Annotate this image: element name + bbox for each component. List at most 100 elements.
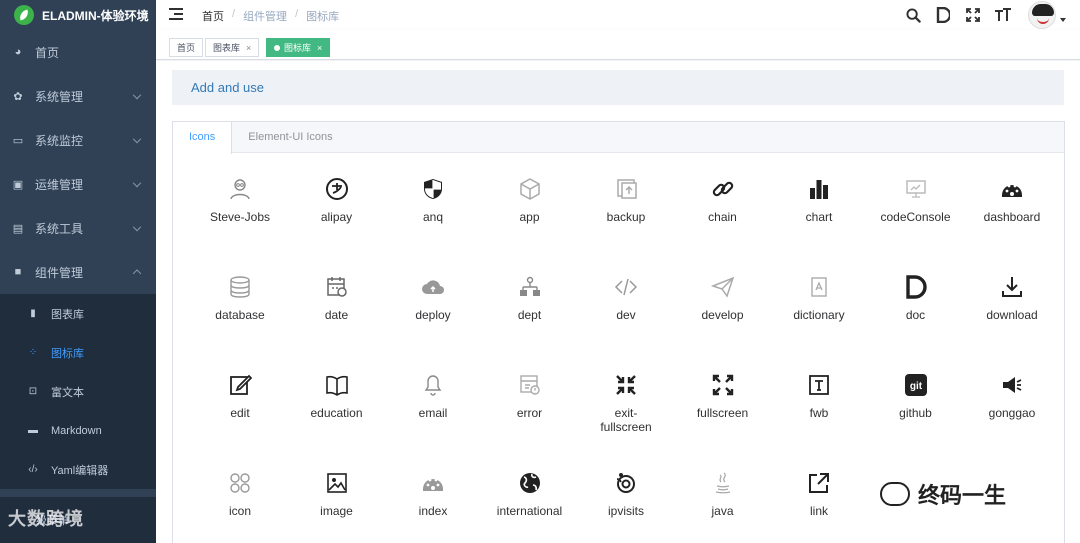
icon-item-fwb[interactable]: fwb	[771, 373, 867, 453]
icon-item-label: Steve-Jobs	[209, 210, 271, 224]
icon-item-link[interactable]: link	[771, 471, 867, 543]
java-icon	[711, 471, 735, 495]
sidebar-item-label: 系统工具	[35, 221, 84, 236]
tag-home[interactable]: 首页	[169, 38, 204, 57]
hamburger-icon[interactable]	[169, 8, 183, 20]
icon-item-dashboard[interactable]: dashboard	[964, 177, 1060, 257]
brand[interactable]: ELADMIN-体验环境	[0, 0, 156, 30]
icon-item-github[interactable]: git github	[868, 373, 964, 453]
active-dot-icon	[274, 44, 280, 51]
breadcrumb: 首页 / 组件管理 / 图标库	[202, 8, 339, 24]
doc-icon[interactable]	[928, 0, 958, 30]
fullscreen-icon[interactable]	[958, 0, 988, 30]
icon-item-database[interactable]: database	[192, 275, 288, 355]
caret-down-icon[interactable]	[1060, 18, 1066, 22]
icon-item-deploy[interactable]: deploy	[385, 275, 481, 355]
icon-item-dictionary[interactable]: dictionary	[771, 275, 867, 355]
tag-chart[interactable]: 图表库 ×	[205, 38, 260, 57]
ipvisits-icon	[614, 471, 638, 495]
sidebar-item-components[interactable]: ■ 组件管理	[0, 250, 156, 294]
avatar[interactable]	[1028, 1, 1056, 29]
icon-item-java[interactable]: java	[675, 471, 771, 543]
icon-item-ipvisits[interactable]: ipvisits	[578, 471, 674, 543]
icon-item-app[interactable]: app	[482, 177, 578, 257]
subitem-label: Yaml编辑器	[51, 464, 109, 477]
icon-item-icon[interactable]: icon	[192, 471, 288, 543]
chevron-down-icon	[132, 222, 142, 232]
sidebar-item-tools[interactable]: ▤ 系统工具	[0, 206, 156, 250]
icon-item-label: anq	[422, 210, 444, 224]
icon-item-label: doc	[905, 308, 926, 322]
subitem-label: 图标库	[51, 347, 84, 360]
add-and-use-link[interactable]: Add and use	[191, 80, 264, 95]
icon-item-backup[interactable]: backup	[578, 177, 674, 257]
sidebar-subitem-markdown[interactable]: ▬ Markdown	[0, 411, 156, 450]
search-icon[interactable]	[898, 0, 928, 30]
sidebar-subitem-richtext[interactable]: ⊡ 富文本	[0, 372, 156, 411]
doc-icon	[904, 275, 928, 299]
icon-item-date[interactable]: date	[289, 275, 385, 355]
dashboard-icon	[1000, 177, 1024, 201]
error-icon	[518, 373, 542, 397]
sidebar-subitem-icon[interactable]: ⁘ 图标库	[0, 333, 156, 372]
icon-item-label: email	[418, 406, 448, 420]
icon-item-steve-jobs[interactable]: Steve-Jobs	[192, 177, 288, 257]
icon-item-index[interactable]: index	[385, 471, 481, 543]
monitor-icon: ▭	[12, 134, 24, 147]
icon-item-gonggao[interactable]: gonggao	[964, 373, 1060, 453]
icon-item-exit-fullscreen[interactable]: exit-fullscreen	[578, 373, 674, 453]
icon-item-chart[interactable]: chart	[771, 177, 867, 257]
icon-item-email[interactable]: email	[385, 373, 481, 453]
sidebar-item-ops[interactable]: ▣ 运维管理	[0, 162, 156, 206]
icon-item-dev[interactable]: dev	[578, 275, 674, 355]
icon-item-doc[interactable]: doc	[868, 275, 964, 355]
close-icon[interactable]: ×	[246, 43, 251, 53]
international-icon	[518, 471, 542, 495]
backup-icon	[614, 177, 638, 201]
icon-item-chain[interactable]: chain	[675, 177, 771, 257]
sidebar-item-monitor[interactable]: ▭ 系统监控	[0, 118, 156, 162]
icon-item-fullscreen[interactable]: fullscreen	[675, 373, 771, 453]
icon-item-dept[interactable]: dept	[482, 275, 578, 355]
sidebar-item-label: 系统监控	[35, 133, 84, 148]
icon-item-alipay[interactable]: alipay	[289, 177, 385, 257]
icon-item-develop[interactable]: develop	[675, 275, 771, 355]
sidebar-item-label: 系统管理	[35, 89, 84, 104]
gear-icon: ✿	[13, 90, 23, 103]
icon-icon	[228, 471, 252, 495]
fwb-icon: ⊡	[28, 386, 38, 397]
icon-item-label: edit	[230, 406, 250, 420]
breadcrumb-home[interactable]: 首页	[202, 8, 224, 24]
grid-icon: ■	[14, 266, 22, 278]
app-icon	[518, 177, 542, 201]
icon-item-label: backup	[606, 210, 646, 224]
sidebar-subitem-yaml[interactable]: ‹/› Yaml编辑器	[0, 450, 156, 489]
icon-item-international[interactable]: international	[482, 471, 578, 543]
icon-item-label: gonggao	[988, 406, 1036, 420]
icon-item-codeconsole[interactable]: codeConsole	[868, 177, 964, 257]
tag-icon-library[interactable]: 图标库 ×	[266, 38, 331, 57]
alipay-icon	[325, 177, 349, 201]
markdown-icon: ▬	[28, 425, 38, 436]
icon-item-image[interactable]: image	[289, 471, 385, 543]
tab-element-ui-icons[interactable]: Element-UI Icons	[232, 122, 348, 153]
icon-item-anq[interactable]: anq	[385, 177, 481, 257]
text-size-icon[interactable]	[988, 0, 1018, 30]
icon-item-education[interactable]: education	[289, 373, 385, 453]
icon-item-error[interactable]: error	[482, 373, 578, 453]
icon-item-download[interactable]: download	[964, 275, 1060, 355]
sidebar-subitem-chart[interactable]: ▮ 图表库	[0, 294, 156, 333]
icon-item-edit[interactable]: edit	[192, 373, 288, 453]
education-icon	[325, 373, 349, 397]
sidebar-item-system[interactable]: ✿ 系统管理	[0, 74, 156, 118]
server-icon: ▣	[12, 178, 24, 191]
link-icon	[807, 471, 831, 495]
close-icon[interactable]: ×	[317, 43, 322, 53]
main-content: Add and use Icons Element-UI Icons Steve…	[156, 61, 1080, 543]
chevron-down-icon	[132, 178, 142, 188]
sidebar-item-home[interactable]: ◕ 首页	[0, 30, 156, 74]
fwb-icon	[807, 373, 831, 397]
tab-icons[interactable]: Icons	[173, 122, 233, 154]
svg-text:git: git	[909, 381, 922, 392]
icon-icon: ⁘	[28, 347, 38, 358]
